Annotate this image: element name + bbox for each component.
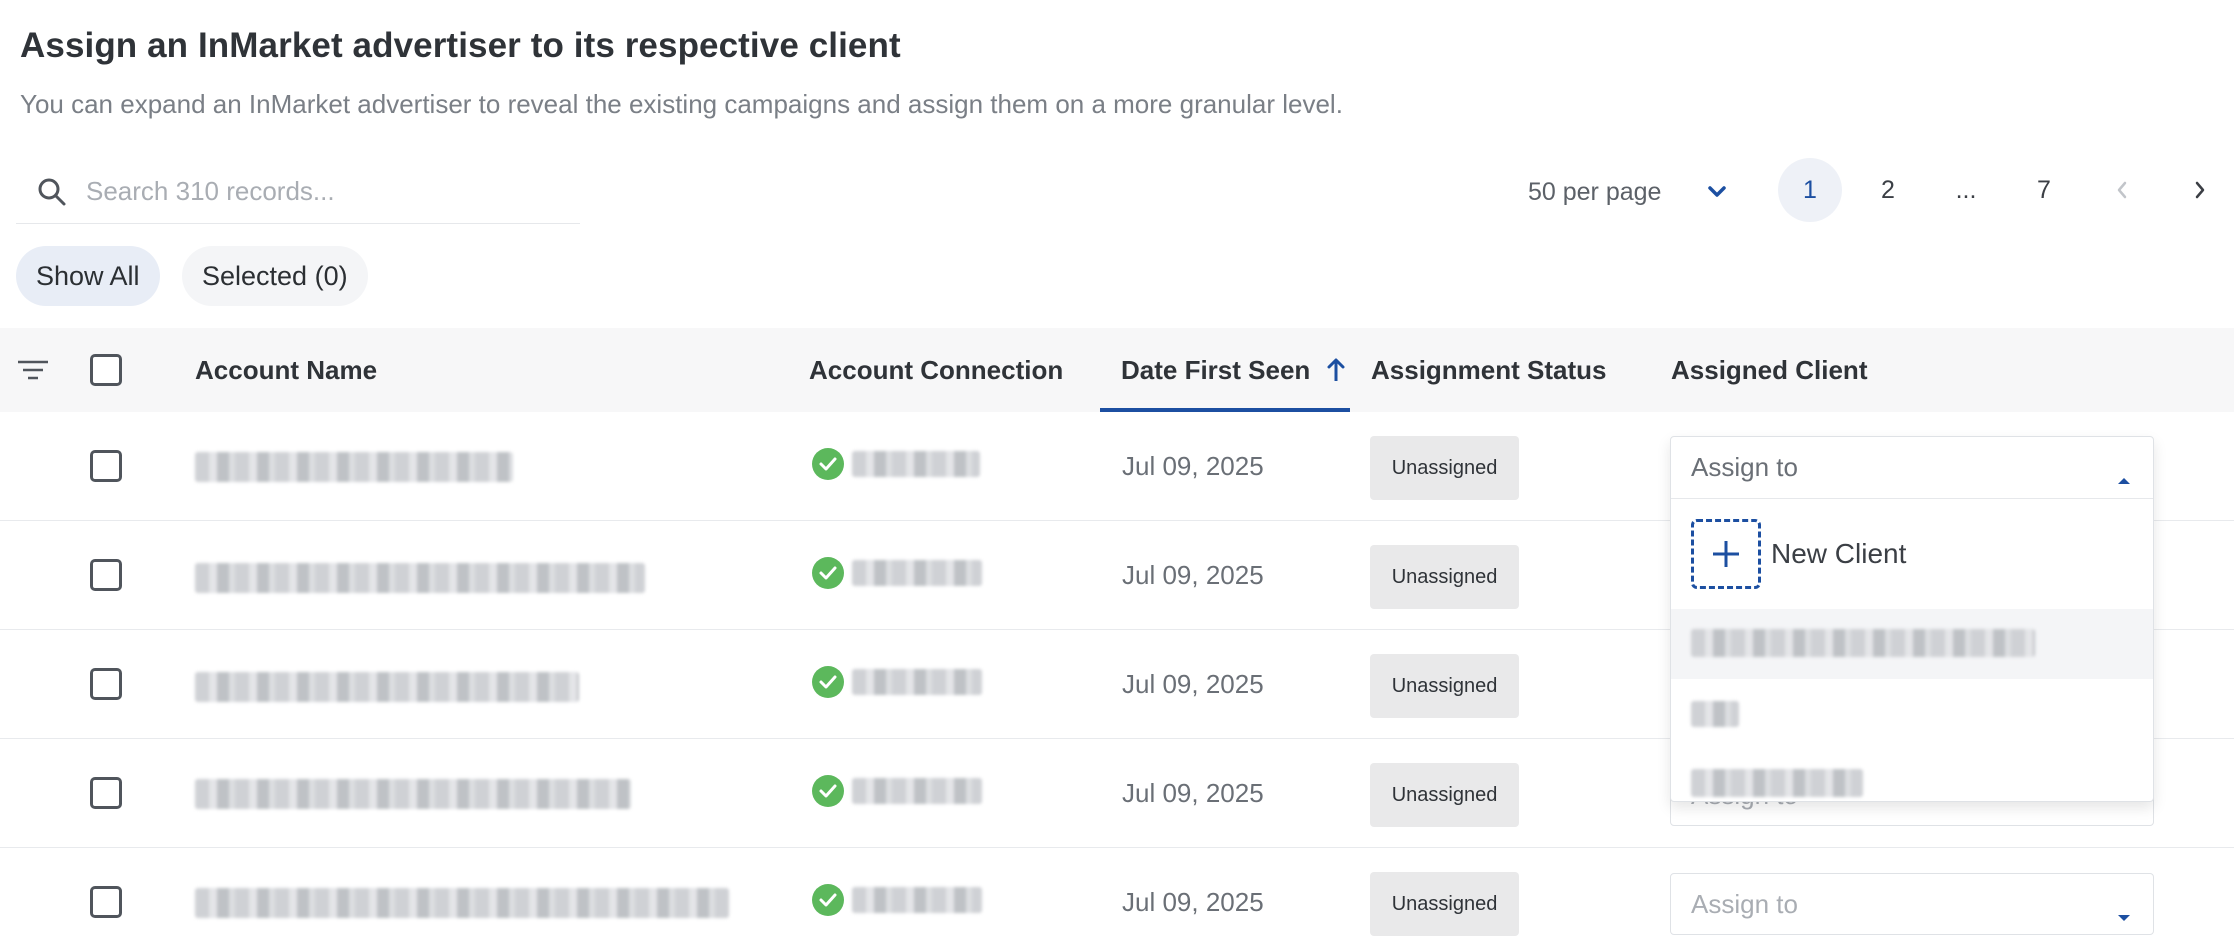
account-name-redacted: [195, 672, 579, 702]
next-page-button[interactable]: [2168, 158, 2232, 222]
status-badge: Unassigned: [1370, 654, 1519, 718]
select-all-checkbox[interactable]: [90, 328, 122, 412]
chevron-right-icon: [2195, 181, 2205, 199]
caret-down-icon[interactable]: [2117, 899, 2131, 930]
show-all-filter[interactable]: Show All: [16, 246, 160, 306]
account-name-redacted: [195, 779, 631, 809]
column-account-connection[interactable]: Account Connection: [809, 328, 1063, 412]
chevron-left-icon: [2117, 181, 2127, 199]
filter-icon[interactable]: [16, 328, 50, 412]
date-first-seen: Jul 09, 2025: [1122, 669, 1264, 699]
assign-placeholder: Assign to: [1691, 888, 1798, 919]
page-subtitle: You can expand an InMarket advertiser to…: [20, 89, 1343, 119]
row-checkbox[interactable]: [90, 668, 122, 700]
client-option[interactable]: [1671, 679, 2153, 749]
search-bar: [16, 160, 580, 224]
status-badge: Unassigned: [1370, 545, 1519, 609]
date-first-seen: Jul 09, 2025: [1122, 887, 1264, 917]
chevron-down-icon[interactable]: [1705, 180, 1729, 204]
client-name-redacted: [1691, 629, 2035, 657]
table-row: Jul 09, 2025 Unassigned Assign to: [0, 848, 2234, 946]
row-checkbox[interactable]: [90, 777, 122, 809]
date-first-seen: Jul 09, 2025: [1122, 560, 1264, 590]
account-name-redacted: [195, 563, 645, 593]
account-connection: [812, 557, 982, 589]
connection-name-redacted: [852, 778, 982, 804]
client-name-redacted: [1691, 701, 1739, 727]
column-date-label: Date First Seen: [1121, 354, 1311, 385]
pagination: 1 2 ... 7: [1778, 158, 2234, 222]
account-connection: [812, 775, 982, 807]
client-option[interactable]: [1671, 749, 2153, 819]
check-circle-icon: [812, 775, 844, 807]
connection-name-redacted: [852, 451, 980, 477]
date-first-seen: Jul 09, 2025: [1122, 451, 1264, 481]
assign-client-select[interactable]: Assign to: [1670, 873, 2154, 935]
client-name-redacted: [1691, 769, 1863, 797]
account-connection: [812, 666, 982, 698]
date-first-seen: Jul 09, 2025: [1122, 778, 1264, 808]
per-page-select[interactable]: 50 per page: [1528, 172, 1729, 212]
account-connection: [812, 448, 980, 480]
new-client-label: New Client: [1771, 538, 1907, 569]
status-badge: Unassigned: [1370, 763, 1519, 827]
account-name-redacted: [195, 452, 513, 482]
page-button-1[interactable]: 1: [1778, 158, 1842, 222]
column-date-first-seen[interactable]: Date First Seen: [1121, 328, 1346, 412]
per-page-label: 50 per page: [1528, 177, 1662, 206]
assign-advertiser-page: Assign an InMarket advertiser to its res…: [0, 0, 2234, 946]
column-account-name[interactable]: Account Name: [195, 328, 377, 412]
page-button-7[interactable]: 7: [2012, 158, 2076, 222]
connection-name-redacted: [852, 887, 982, 913]
plus-icon: [1691, 519, 1761, 589]
prev-page-button[interactable]: [2090, 158, 2154, 222]
connection-name-redacted: [852, 560, 982, 586]
selected-filter[interactable]: Selected (0): [182, 246, 368, 306]
page-title: Assign an InMarket advertiser to its res…: [20, 26, 901, 65]
column-assignment-status[interactable]: Assignment Status: [1371, 328, 1607, 412]
dropdown-placeholder: Assign to: [1691, 452, 1798, 482]
column-assigned-client[interactable]: Assigned Client: [1671, 328, 1867, 412]
search-icon: [34, 174, 70, 210]
page-ellipsis: ...: [1955, 175, 1977, 204]
row-checkbox[interactable]: [90, 450, 122, 482]
assign-client-dropdown: Assign to New Client: [1670, 436, 2154, 802]
connection-name-redacted: [852, 669, 982, 695]
check-circle-icon: [812, 666, 844, 698]
caret-up-icon[interactable]: [2117, 462, 2131, 493]
account-connection: [812, 884, 982, 916]
status-badge: Unassigned: [1370, 872, 1519, 936]
table-header: Account Name Account Connection Date Fir…: [0, 328, 2234, 412]
page-button-2[interactable]: 2: [1856, 158, 1920, 222]
row-checkbox[interactable]: [90, 559, 122, 591]
sort-ascending-icon[interactable]: [1326, 357, 1346, 383]
assign-client-select-open[interactable]: Assign to: [1671, 437, 2153, 499]
status-badge: Unassigned: [1370, 436, 1519, 500]
search-input[interactable]: [86, 176, 546, 207]
account-name-redacted: [195, 888, 729, 918]
client-option[interactable]: [1671, 609, 2153, 679]
check-circle-icon: [812, 884, 844, 916]
new-client-option[interactable]: New Client: [1671, 499, 2153, 609]
check-circle-icon: [812, 557, 844, 589]
check-circle-icon: [812, 448, 844, 480]
row-checkbox[interactable]: [90, 886, 122, 918]
